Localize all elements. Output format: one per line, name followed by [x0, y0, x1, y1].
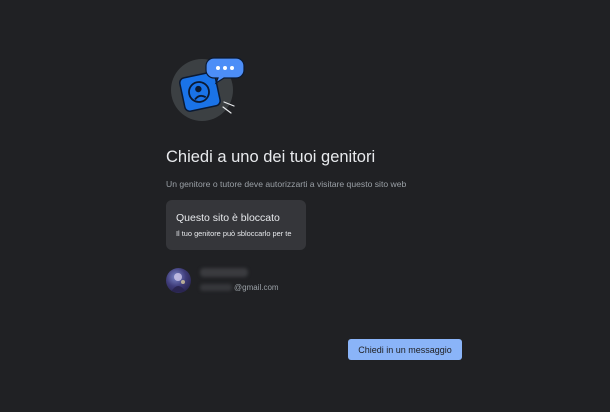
account-name-redacted [200, 268, 248, 277]
account-email-domain: @gmail.com [234, 283, 279, 292]
account-info: @gmail.com [166, 266, 306, 294]
ask-in-message-button[interactable]: Chiedi in un messaggio [348, 339, 462, 360]
blocked-site-description: Il tuo genitore può sbloccarlo per te [176, 229, 292, 238]
page-title: Chiedi a uno dei tuoi genitori [166, 148, 376, 166]
blocked-site-title: Questo sito è bloccato [176, 212, 280, 224]
account-email-redacted [200, 284, 232, 291]
blocked-site-card: Questo sito è bloccato Il tuo genitore p… [166, 200, 306, 250]
page-subtitle: Un genitore o tutore deve autorizzarti a… [166, 179, 407, 189]
avatar [166, 268, 191, 293]
parent-supervision-icon [171, 57, 245, 121]
parental-block-page: Chiedi a uno dei tuoi genitori Un genito… [0, 0, 610, 412]
